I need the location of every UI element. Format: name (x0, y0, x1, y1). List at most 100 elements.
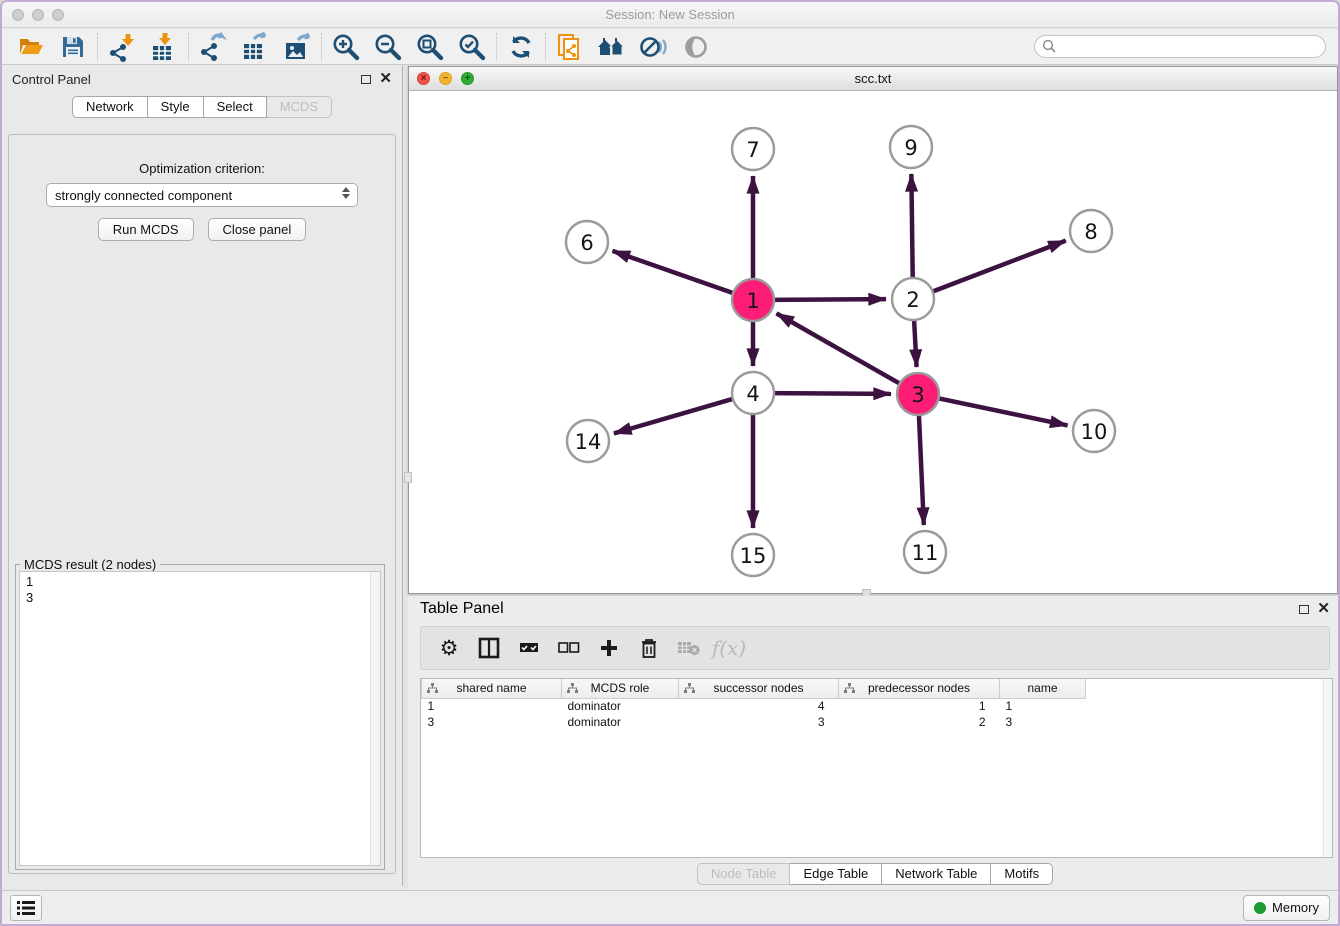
graph-edge-3-11[interactable] (919, 413, 924, 525)
cell-successor-nodes[interactable]: 3 (679, 714, 839, 730)
export-image-icon[interactable] (276, 31, 318, 63)
node-table-grid[interactable]: shared name MCDS role successor nodes pr… (421, 679, 1086, 730)
cell-predecessor-nodes[interactable]: 2 (839, 714, 1000, 730)
column-header-shared-name[interactable]: shared name (422, 679, 562, 698)
graph-edge-3-10[interactable] (937, 398, 1068, 426)
first-neighbors-icon[interactable] (591, 31, 633, 63)
table-row[interactable]: 3 dominator 3 2 3 (422, 714, 1086, 730)
search-container (1034, 35, 1326, 58)
network-window-titlebar: × − + scc.txt (409, 67, 1337, 91)
control-panel: Control Panel ✕ Network Style Select MCD… (2, 66, 403, 886)
result-line: 1 (26, 574, 374, 590)
task-history-button[interactable] (10, 895, 42, 921)
column-header-name[interactable]: name (1000, 679, 1086, 698)
network-desktop: × − + scc.txt 7968124314101511 Table Pan… (403, 65, 1338, 890)
result-scrollbar[interactable] (370, 572, 380, 865)
cell-successor-nodes[interactable]: 4 (679, 698, 839, 714)
delete-column-icon[interactable] (631, 630, 667, 666)
graph-node-label-7: 7 (746, 138, 759, 162)
float-table-panel-icon[interactable] (1299, 605, 1309, 614)
graph-node-label-9: 9 (904, 136, 917, 160)
tab-select[interactable]: Select (204, 96, 267, 118)
network-minimize-button[interactable]: − (439, 72, 452, 85)
toolbar-separator (188, 33, 189, 61)
toolbar-separator (321, 33, 322, 61)
tab-mcds[interactable]: MCDS (267, 96, 332, 118)
graph-edge-4-14[interactable] (614, 398, 735, 433)
network-close-button[interactable]: × (417, 72, 430, 85)
toolbar-separator (545, 33, 546, 61)
add-column-icon[interactable] (591, 630, 627, 666)
refresh-icon[interactable] (500, 31, 542, 63)
column-header-successor-nodes[interactable]: successor nodes (679, 679, 839, 698)
network-window-title: scc.txt (409, 71, 1337, 86)
hide-selected-icon[interactable] (633, 31, 675, 63)
memory-label: Memory (1272, 900, 1319, 915)
mcds-result-textarea[interactable]: 1 3 (19, 571, 381, 866)
export-network-icon[interactable] (192, 31, 234, 63)
network-canvas[interactable]: 7968124314101511 (409, 91, 1337, 593)
close-panel-icon[interactable]: ✕ (379, 74, 392, 84)
graph-edge-2-9[interactable] (911, 174, 912, 280)
graph-edge-1-2[interactable] (772, 299, 886, 300)
cell-predecessor-nodes[interactable]: 1 (839, 698, 1000, 714)
network-graph[interactable]: 7968124314101511 (409, 91, 1337, 593)
table-row[interactable]: 1 dominator 4 1 1 (422, 698, 1086, 714)
settings-gear-icon[interactable]: ⚙ (431, 630, 467, 666)
zoom-in-icon[interactable] (325, 31, 367, 63)
graph-node-label-6: 6 (580, 231, 593, 255)
cell-mcds-role[interactable]: dominator (562, 714, 679, 730)
clone-network-icon[interactable] (549, 31, 591, 63)
zoom-selected-icon[interactable] (451, 31, 493, 63)
close-panel-button[interactable]: Close panel (208, 218, 307, 241)
tab-style[interactable]: Style (148, 96, 204, 118)
column-header-predecessor-nodes[interactable]: predecessor nodes (839, 679, 1000, 698)
tab-node-table[interactable]: Node Table (697, 863, 791, 885)
table-panel: Table Panel ✕ ⚙ (408, 596, 1340, 890)
table-scrollbar[interactable] (1323, 679, 1332, 857)
cell-mcds-role[interactable]: dominator (562, 698, 679, 714)
tab-edge-table[interactable]: Edge Table (790, 863, 882, 885)
select-all-icon[interactable] (511, 630, 547, 666)
graph-node-label-10: 10 (1081, 420, 1108, 444)
cell-name[interactable]: 3 (1000, 714, 1086, 730)
search-icon (1042, 39, 1057, 54)
export-table-icon[interactable] (234, 31, 276, 63)
tab-motifs[interactable]: Motifs (991, 863, 1053, 885)
mcds-result-group: MCDS result (2 nodes) 1 3 (15, 564, 385, 870)
deselect-all-icon[interactable] (551, 630, 587, 666)
column-type-icon (684, 683, 695, 694)
graph-edge-4-3[interactable] (772, 393, 891, 394)
run-mcds-button[interactable]: Run MCDS (98, 218, 194, 241)
save-session-icon[interactable] (52, 31, 94, 63)
close-table-panel-icon[interactable]: ✕ (1317, 604, 1330, 614)
cell-shared-name[interactable]: 1 (422, 698, 562, 714)
import-network-icon[interactable] (101, 31, 143, 63)
panel-splitter-handle[interactable] (404, 472, 412, 483)
toolbar-separator (97, 33, 98, 61)
float-panel-icon[interactable] (361, 75, 371, 84)
tab-network[interactable]: Network (72, 96, 148, 118)
search-input[interactable] (1034, 35, 1326, 58)
column-header-mcds-role[interactable]: MCDS role (562, 679, 679, 698)
cell-shared-name[interactable]: 3 (422, 714, 562, 730)
graph-edge-2-8[interactable] (931, 241, 1066, 293)
graph-edge-1-6[interactable] (612, 251, 735, 294)
network-maximize-button[interactable]: + (461, 72, 474, 85)
zoom-out-icon[interactable] (367, 31, 409, 63)
import-table-icon[interactable] (143, 31, 185, 63)
graph-node-label-15: 15 (740, 544, 767, 568)
mcds-result-title: MCDS result (2 nodes) (20, 557, 160, 572)
zoom-fit-icon[interactable] (409, 31, 451, 63)
memory-button[interactable]: Memory (1243, 895, 1330, 921)
column-type-icon (844, 683, 855, 694)
tab-network-table[interactable]: Network Table (882, 863, 991, 885)
column-manager-icon[interactable] (471, 630, 507, 666)
graph-node-label-4: 4 (746, 382, 759, 406)
graph-edge-3-1[interactable] (776, 313, 901, 384)
graph-edge-2-3[interactable] (914, 318, 917, 367)
criterion-select[interactable]: strongly connected component (46, 183, 358, 207)
open-file-icon[interactable] (10, 31, 52, 63)
network-window: × − + scc.txt 7968124314101511 (408, 66, 1338, 594)
cell-name[interactable]: 1 (1000, 698, 1086, 714)
